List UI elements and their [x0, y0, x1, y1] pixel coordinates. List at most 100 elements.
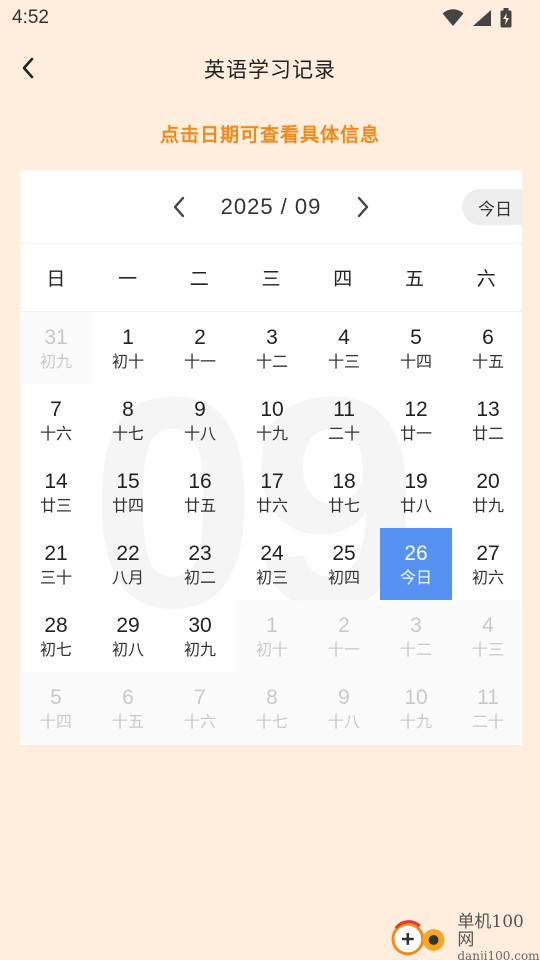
day-number: 5 [410, 325, 422, 349]
day-number: 3 [266, 325, 278, 349]
lunar-date: 十七 [255, 712, 288, 731]
weekday-row: 日 一 二 三 四 五 六 [20, 244, 522, 312]
lunar-date: 十二 [399, 640, 432, 659]
day-cell[interactable]: 9 十八 [308, 672, 380, 744]
prev-month-button[interactable] [157, 185, 201, 229]
day-number: 11 [333, 397, 355, 421]
back-button[interactable] [8, 48, 48, 88]
lunar-date: 今日 [399, 568, 432, 587]
day-number: 28 [44, 613, 68, 637]
day-cell[interactable]: 13 廿二 [452, 384, 522, 456]
day-cell[interactable]: 27 初六 [452, 528, 522, 600]
lunar-date: 十七 [111, 424, 144, 443]
day-cell-selected[interactable]: 26 今日 [380, 528, 452, 600]
calendar-header: 2025 / 09 今日 [20, 170, 522, 244]
day-cell[interactable]: 7 十六 [20, 384, 92, 456]
lunar-date: 廿八 [399, 496, 432, 515]
day-cell[interactable]: 16 廿五 [164, 456, 236, 528]
day-number: 18 [332, 469, 356, 493]
day-cell[interactable]: 11 二十 [452, 672, 522, 744]
day-cell[interactable]: 22 八月 [92, 528, 164, 600]
day-cell[interactable]: 6 十五 [452, 312, 522, 384]
battery-icon [500, 8, 512, 28]
status-bar: 4:52 [0, 0, 540, 36]
day-cell[interactable]: 24 初三 [236, 528, 308, 600]
lunar-date: 初十 [255, 640, 288, 659]
lunar-date: 初四 [327, 568, 360, 587]
today-button[interactable]: 今日 [462, 189, 522, 225]
chevron-right-icon [358, 196, 369, 217]
screen: 4:52 英语学习记录 点击日期可查看具体信息 2025 / 09 今日 日 一… [0, 0, 540, 960]
site-logo-name: 单机100网 [457, 911, 524, 951]
day-cell[interactable]: 30 初九 [164, 600, 236, 672]
lunar-date: 廿九 [471, 496, 504, 515]
day-number: 31 [44, 325, 68, 349]
day-number: 23 [188, 541, 212, 565]
day-cell[interactable]: 19 廿八 [380, 456, 452, 528]
day-number: 7 [50, 397, 62, 421]
lunar-date: 十五 [471, 352, 504, 371]
day-cell[interactable]: 4 十三 [308, 312, 380, 384]
calendar: 2025 / 09 今日 日 一 二 三 四 五 六 09 31 初九 1 初十 2 十一… [20, 170, 522, 745]
day-number: 26 [404, 541, 428, 565]
chevron-left-icon [22, 57, 34, 79]
day-cell[interactable]: 14 廿三 [20, 456, 92, 528]
app-bar: 英语学习记录 [0, 40, 540, 98]
day-cell[interactable]: 18 廿七 [308, 456, 380, 528]
day-number: 9 [338, 685, 350, 709]
day-cell[interactable]: 15 廿四 [92, 456, 164, 528]
day-cell[interactable]: 1 初十 [92, 312, 164, 384]
day-cell[interactable]: 12 廿一 [380, 384, 452, 456]
lunar-date: 十九 [399, 712, 432, 731]
lunar-date: 初九 [39, 352, 72, 371]
next-month-button[interactable] [341, 185, 385, 229]
day-number: 5 [50, 685, 62, 709]
lunar-date: 十五 [111, 712, 144, 731]
day-cell[interactable]: 8 十七 [236, 672, 308, 744]
lunar-date: 廿四 [111, 496, 144, 515]
day-number: 2 [338, 613, 350, 637]
lunar-date: 初十 [111, 352, 144, 371]
day-grid-area: 09 31 初九 1 初十 2 十一 3 十二 4 十三 5 十四 6 十五 7 十六 8 十七 9 十八 10 十九 11… [20, 312, 522, 744]
day-cell[interactable]: 31 初九 [20, 312, 92, 384]
weekday-label: 日 [46, 268, 66, 290]
day-cell[interactable]: 29 初八 [92, 600, 164, 672]
day-cell[interactable]: 3 十二 [380, 600, 452, 672]
wifi-icon [442, 9, 464, 26]
day-cell[interactable]: 5 十四 [20, 672, 92, 744]
lunar-date: 十六 [39, 424, 72, 443]
day-cell[interactable]: 20 廿九 [452, 456, 522, 528]
lunar-date: 八月 [111, 568, 144, 587]
day-cell[interactable]: 23 初二 [164, 528, 236, 600]
day-cell[interactable]: 5 十四 [380, 312, 452, 384]
lunar-date: 初七 [39, 640, 72, 659]
weekday-label: 一 [118, 268, 138, 290]
day-cell[interactable]: 2 十一 [308, 600, 380, 672]
day-cell[interactable]: 3 十二 [236, 312, 308, 384]
lunar-date: 十八 [183, 424, 216, 443]
day-cell[interactable]: 11 二十 [308, 384, 380, 456]
day-cell[interactable]: 17 廿六 [236, 456, 308, 528]
chevron-left-icon [173, 196, 184, 217]
day-cell[interactable]: 7 十六 [164, 672, 236, 744]
day-cell[interactable]: 1 初十 [236, 600, 308, 672]
day-cell[interactable]: 2 十一 [164, 312, 236, 384]
day-number: 19 [404, 469, 428, 493]
day-cell[interactable]: 10 十九 [236, 384, 308, 456]
day-number: 10 [404, 685, 428, 709]
status-icons [442, 8, 512, 28]
day-number: 1 [266, 613, 278, 637]
lunar-date: 廿七 [327, 496, 360, 515]
lunar-date: 初三 [255, 568, 288, 587]
day-cell[interactable]: 6 十五 [92, 672, 164, 744]
day-cell[interactable]: 4 十三 [452, 600, 522, 672]
day-cell[interactable]: 21 三十 [20, 528, 92, 600]
lunar-date: 三十 [39, 568, 72, 587]
cellular-signal-icon [473, 10, 491, 26]
day-cell[interactable]: 10 十九 [380, 672, 452, 744]
day-cell[interactable]: 8 十七 [92, 384, 164, 456]
day-number: 2 [194, 325, 206, 349]
day-cell[interactable]: 9 十八 [164, 384, 236, 456]
day-cell[interactable]: 28 初七 [20, 600, 92, 672]
day-cell[interactable]: 25 初四 [308, 528, 380, 600]
